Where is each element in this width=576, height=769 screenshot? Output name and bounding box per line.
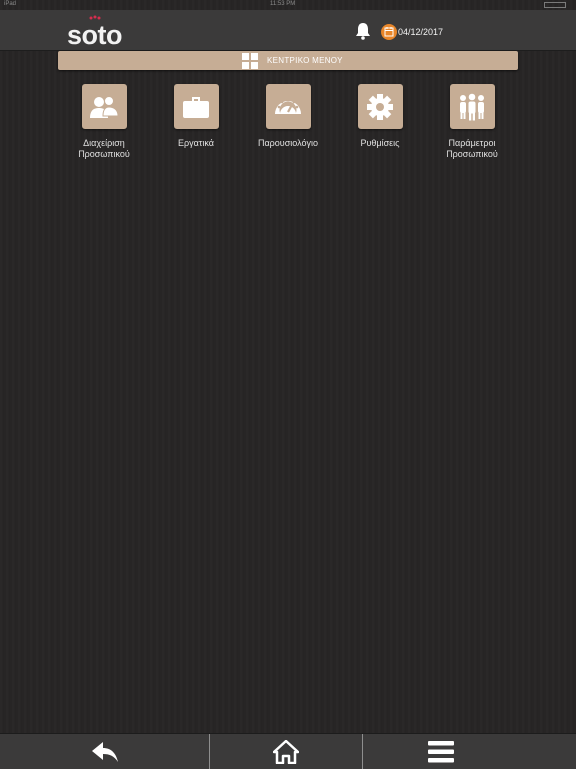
status-time: 11:53 PM xyxy=(270,1,296,7)
tile-label-line2: Προσωπικού xyxy=(78,149,130,159)
back-button[interactable] xyxy=(0,734,209,769)
briefcase-icon xyxy=(183,96,209,118)
tile-label-line1: Εργατικά xyxy=(178,138,214,148)
tile-staff-parameters[interactable]: Παράμετροι Προσωπικού xyxy=(427,84,517,160)
users-icon xyxy=(90,95,119,118)
home-button[interactable] xyxy=(210,734,362,769)
tile-label-line1: Παράμετροι xyxy=(448,138,496,148)
tile-attendance-button[interactable] xyxy=(265,84,311,129)
hamburger-menu-icon xyxy=(427,740,454,762)
carrier: iPad xyxy=(4,1,17,7)
tile-label-line1: Διαχείριση xyxy=(83,138,125,148)
tile-label-line1: Παρουσιολόγιο xyxy=(257,138,318,148)
grid-menu-icon xyxy=(242,53,258,69)
menu-button[interactable] xyxy=(363,734,518,769)
home-icon xyxy=(273,739,299,764)
tile-staff-management[interactable]: Διαχείριση Προσωπικού xyxy=(59,84,149,160)
battery-icon xyxy=(544,2,566,8)
main-menu-bar: ΚΕΝΤΡΙΚΟ ΜΕΝΟΥ xyxy=(58,51,518,70)
tile-settings-button[interactable] xyxy=(357,84,403,129)
gauge-icon xyxy=(275,98,301,118)
app-header: soto 04/12/2017 xyxy=(0,10,576,51)
main-menu-title: ΚΕΝΤΡΙΚΟ ΜΕΝΟΥ xyxy=(267,56,343,65)
tile-staff-parameters-button[interactable] xyxy=(449,84,495,129)
back-arrow-icon xyxy=(91,741,118,762)
tile-labor[interactable]: Εργατικά xyxy=(151,84,241,149)
gear-icon xyxy=(367,93,393,120)
bottom-toolbar xyxy=(0,733,576,769)
tile-attendance[interactable]: Παρουσιολόγιο xyxy=(243,84,333,149)
tile-settings[interactable]: Ρυθμίσεις xyxy=(335,84,425,149)
tile-labor-button[interactable] xyxy=(173,84,219,129)
staff-group-icon xyxy=(460,93,484,120)
app-logo: soto xyxy=(67,20,123,50)
current-date[interactable]: 04/12/2017 xyxy=(398,27,443,37)
notification-bell-icon[interactable] xyxy=(355,22,371,40)
tile-label-line1: Ρυθμίσεις xyxy=(360,138,400,148)
calendar-icon[interactable] xyxy=(381,24,397,40)
tile-label-line2: Προσωπικού xyxy=(446,149,498,159)
tile-staff-management-button[interactable] xyxy=(81,84,127,129)
status-bar: iPad 11:53 PM xyxy=(0,0,576,10)
